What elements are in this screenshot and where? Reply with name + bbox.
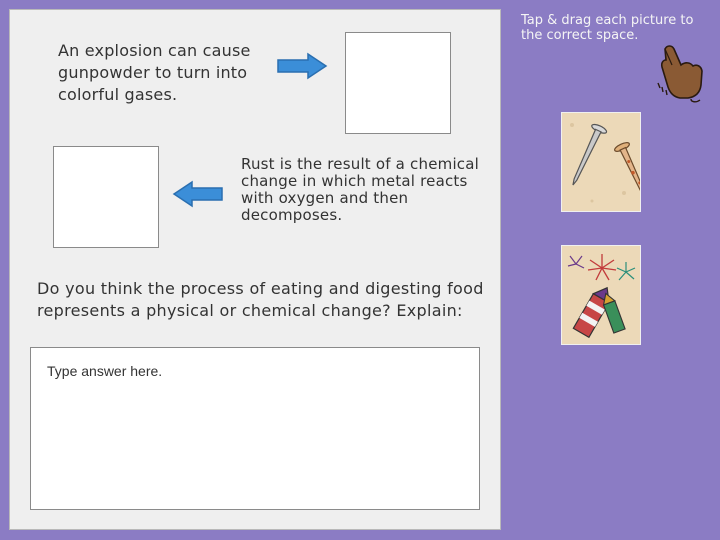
drag-instruction: Tap & drag each picture to the correct s… (521, 13, 694, 43)
arrow-left-icon (172, 180, 223, 208)
fireworks-picture[interactable] (561, 245, 641, 345)
fireworks-image (562, 246, 640, 344)
answer-placeholder: Type answer here. (47, 363, 163, 379)
arrow-right-icon (277, 52, 328, 80)
explosion-prompt: An explosion can cause gunpowder to turn… (58, 41, 251, 104)
pointing-hand-icon (657, 45, 703, 103)
answer-textbox[interactable]: Type answer here. (30, 347, 480, 510)
rusty-nails-image (562, 113, 640, 211)
drop-zone-explosion[interactable] (345, 32, 451, 134)
digestion-question: Do you think the process of eating and d… (37, 279, 484, 320)
drop-zone-rust[interactable] (53, 146, 159, 248)
nails-picture[interactable] (561, 112, 641, 212)
rust-prompt: Rust is the result of a chemical change … (241, 155, 480, 224)
